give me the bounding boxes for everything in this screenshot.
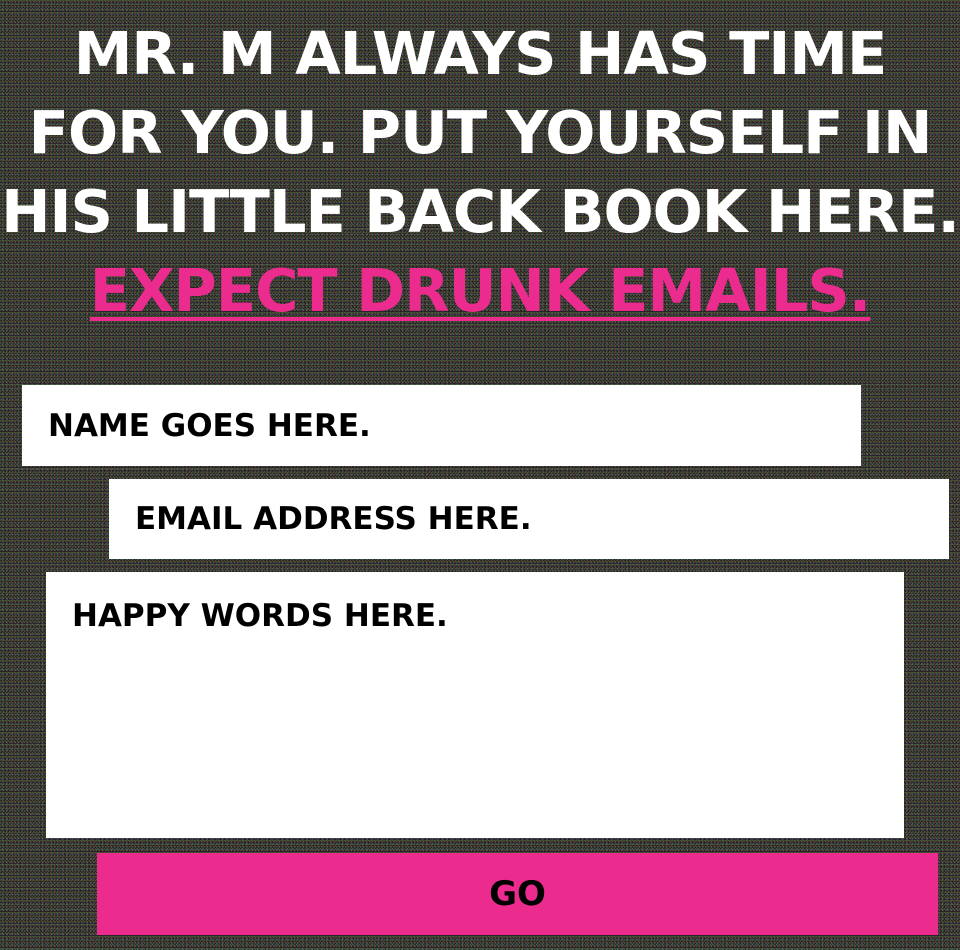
headline-line-1: MR. M ALWAYS HAS TIME [73,19,888,88]
email-field[interactable] [109,479,949,559]
message-field[interactable] [46,572,904,838]
headline-line-2: FOR YOU. PUT YOURSELF IN [28,98,933,167]
go-button[interactable]: GO [97,853,938,935]
headline: MR. M ALWAYS HAS TIME FOR YOU. PUT YOURS… [0,14,960,330]
headline-accent-text: EXPECT DRUNK EMAILS. [89,256,872,325]
headline-line-3: HIS LITTLE BACK BOOK HERE. [1,177,960,246]
name-field[interactable] [22,385,861,466]
